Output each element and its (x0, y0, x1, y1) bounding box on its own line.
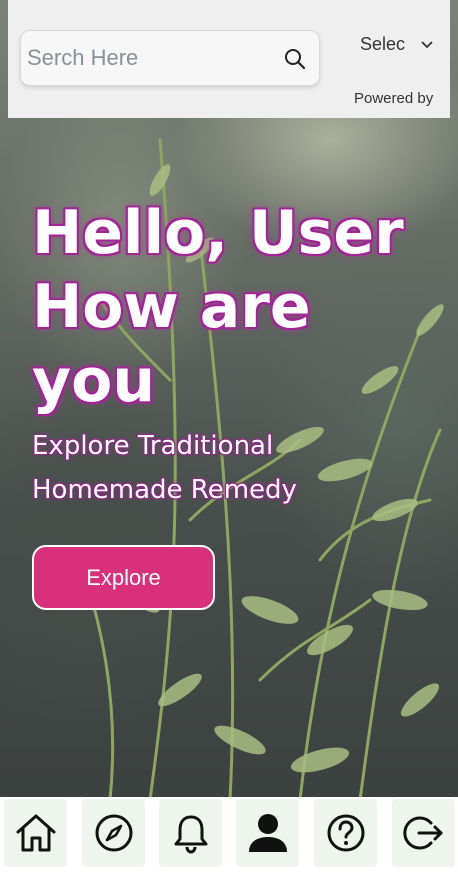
chevron-down-icon (421, 41, 433, 49)
hero-title-line: How are (32, 272, 311, 342)
help-icon (327, 814, 364, 852)
compass-icon (95, 814, 132, 852)
explore-button[interactable]: Explore (32, 545, 215, 610)
language-select-label: Selec (360, 34, 406, 54)
search-box (20, 30, 320, 86)
bottom-nav (0, 797, 458, 872)
hero-subtitle-line: Explore Traditional (32, 431, 274, 461)
nav-notifications[interactable] (159, 799, 222, 867)
bell-icon (174, 815, 207, 854)
hero-subtitle: Explore Traditional Homemade Remedy (32, 424, 432, 512)
hero-title-line: Hello, User (32, 198, 404, 268)
nav-profile[interactable] (236, 799, 299, 867)
nav-help[interactable] (314, 799, 377, 867)
hero-title-line: you (32, 346, 156, 416)
top-bar: Selec Powered by (8, 0, 450, 118)
nav-home[interactable] (4, 799, 67, 867)
hero-title: Hello, User How are you (32, 196, 442, 418)
user-icon (248, 814, 287, 852)
hero-subtitle-line: Homemade Remedy (32, 475, 297, 505)
search-icon[interactable] (283, 47, 307, 71)
search-input[interactable] (27, 39, 267, 77)
language-select[interactable]: Selec (360, 34, 440, 58)
nav-logout[interactable] (392, 799, 455, 867)
logout-icon (402, 816, 442, 850)
nav-explore[interactable] (82, 799, 145, 867)
home-icon (16, 814, 55, 852)
powered-by-text: Powered by (354, 90, 434, 107)
